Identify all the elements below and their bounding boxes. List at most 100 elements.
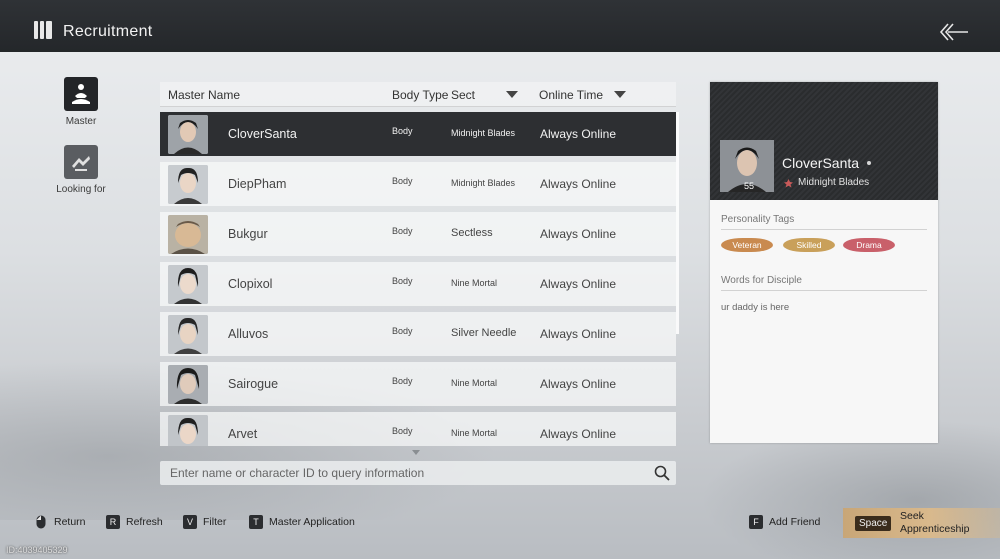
profile-sect: Midnight Blades [798,177,870,188]
profile-level: 55 [744,181,755,191]
back-arrow-icon[interactable] [938,20,970,44]
sect: Silver Needle [451,327,517,339]
personality-tags-title: Personality Tags [721,214,795,225]
divider [721,290,927,291]
seek-key: Space [855,516,892,531]
online-time: Always Online [540,127,617,141]
avatar [168,165,208,204]
personality-tag: Drama [843,238,895,252]
list-item[interactable]: Alluvos Body Silver Needle Always Online [160,312,676,356]
tab-looking-for-label: Looking for [56,184,106,195]
sect: Midnight Blades [451,128,516,138]
online-time: Always Online [540,327,617,341]
sect: Midnight Blades [451,178,516,188]
master-icon [64,77,98,111]
filter-button[interactable]: V Filter [183,515,226,529]
online-time: Always Online [540,427,617,441]
sect: Nine Mortal [451,278,498,288]
body-type: Body [392,276,413,286]
sect: Nine Mortal [451,378,498,388]
body-type: Body [392,426,413,436]
body-type: Body [392,126,413,136]
player-id: ID:4039405329 [6,545,68,555]
search-bar [160,461,676,485]
online-time: Always Online [540,177,617,191]
return-label: Return [54,515,86,528]
master-list[interactable]: CloverSanta Body Midnight Blades Always … [160,112,676,446]
tab-looking-for[interactable]: Looking for [51,145,111,195]
master-name: Bukgur [228,227,268,241]
profile-name: CloverSanta [782,155,860,171]
online-status-dot-icon [867,161,871,165]
seek-apprenticeship-button[interactable]: Space Seek Apprenticeship [843,508,1000,538]
avatar [168,315,208,354]
avatar [168,415,208,446]
column-sect-filter[interactable]: Sect [451,88,475,102]
top-bar: Recruitment [0,0,1000,52]
profile-avatar: 55 [720,140,774,192]
master-name: Clopixol [228,277,273,291]
tab-master[interactable]: Master [51,77,111,127]
body-type: Body [392,176,413,186]
refresh-key: R [106,515,120,529]
column-sect: Sect [451,88,476,102]
tab-master-label: Master [65,116,97,127]
filter-key: V [183,515,197,529]
master-application-button[interactable]: T Master Application [249,515,355,529]
body-type: Body [392,326,413,336]
list-item[interactable]: CloverSanta Body Midnight Blades Always … [160,112,676,156]
list-item[interactable]: Arvet Body Nine Mortal Always Online [160,412,676,446]
list-item[interactable]: Bukgur Body Sectless Always Online [160,212,676,256]
sect: Sectless [451,227,493,239]
column-online-time: Online Time [539,88,604,102]
master-name: Sairogue [228,377,279,391]
body-type: Body [392,226,413,236]
search-input[interactable] [170,464,640,482]
column-body-type: Body Type [392,88,449,102]
scroll-down-indicator-icon [412,450,420,455]
online-time: Always Online [540,377,617,391]
avatar [168,265,208,304]
personality-tag: Veteran [721,238,773,252]
list-header: Master Name Body Type Sect Online Time [160,82,676,107]
sect-dropdown-icon[interactable] [506,91,518,98]
divider [721,229,927,230]
page-title: Recruitment [63,23,153,40]
looking-for-icon [64,145,98,179]
return-button[interactable]: Return [36,515,86,529]
master-application-label: Master Application [269,515,355,528]
sect-emblem-icon [784,179,793,188]
master-name: Alluvos [228,327,269,341]
online-time: Always Online [540,227,617,241]
search-icon[interactable] [654,465,670,481]
sect: Nine Mortal [451,428,498,438]
refresh-button[interactable]: R Refresh [106,515,163,529]
list-item[interactable]: DiepPham Body Midnight Blades Always Onl… [160,162,676,206]
refresh-label: Refresh [126,515,163,528]
filter-label: Filter [203,515,227,528]
personality-tag: Skilled [783,238,835,252]
list-scrollbar[interactable] [676,112,679,334]
master-name: DiepPham [228,177,287,191]
seek-label: Seek Apprenticeship [900,510,970,535]
list-item[interactable]: Sairogue Body Nine Mortal Always Online [160,362,676,406]
add-friend-label: Add Friend [769,515,821,528]
words-for-disciple-text: ur daddy is here [721,302,790,313]
profile-card: 55 CloverSanta Midnight Blades Personali… [710,82,938,443]
add-friend-key: F [749,515,763,529]
avatar [168,215,208,254]
add-friend-button[interactable]: F Add Friend [749,515,820,529]
master-name: CloverSanta [228,127,297,141]
body-type: Body [392,376,413,386]
master-name: Arvet [228,427,258,441]
column-online-time-filter[interactable]: Online Time [539,88,603,102]
list-item[interactable]: Clopixol Body Nine Mortal Always Online [160,262,676,306]
recruitment-logo-icon [34,21,52,39]
online-time: Always Online [540,277,617,291]
mouse-icon [36,515,46,529]
column-master-name: Master Name [168,88,241,102]
master-application-key: T [249,515,263,529]
words-for-disciple-title: Words for Disciple [721,275,802,286]
online-time-dropdown-icon[interactable] [614,91,626,98]
avatar [168,365,208,404]
